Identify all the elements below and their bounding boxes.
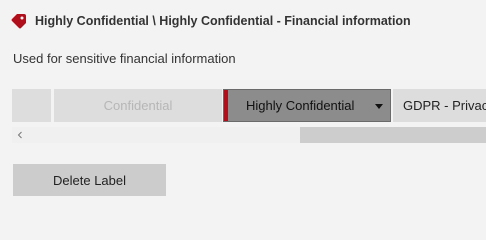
- label-title: Highly Confidential \ Highly Confidentia…: [35, 14, 411, 28]
- label-color-indicator: [224, 90, 228, 121]
- delete-label-button[interactable]: Delete Label: [13, 164, 166, 196]
- label-item-confidential[interactable]: Confidential: [54, 89, 222, 122]
- label-header: Highly Confidential \ Highly Confidentia…: [11, 13, 411, 29]
- label-item-gdpr-privacy[interactable]: GDPR - Privacy: [393, 89, 486, 122]
- scrollbar-thumb[interactable]: [300, 127, 486, 143]
- label-item-text: Highly Confidential: [246, 98, 355, 113]
- chevron-left-icon[interactable]: [12, 127, 28, 143]
- label-description: Used for sensitive financial information: [13, 51, 236, 66]
- label-strip-scroll-placeholder: [12, 89, 51, 122]
- label-item-text: Confidential: [103, 98, 173, 113]
- tag-icon: [11, 13, 27, 29]
- label-strip: Confidential Highly Confidential GDPR - …: [12, 89, 486, 122]
- label-item-highly-confidential[interactable]: Highly Confidential: [223, 89, 391, 122]
- horizontal-scrollbar[interactable]: [12, 127, 486, 143]
- label-item-text: GDPR - Privacy: [403, 98, 486, 113]
- chevron-down-icon[interactable]: [375, 104, 383, 109]
